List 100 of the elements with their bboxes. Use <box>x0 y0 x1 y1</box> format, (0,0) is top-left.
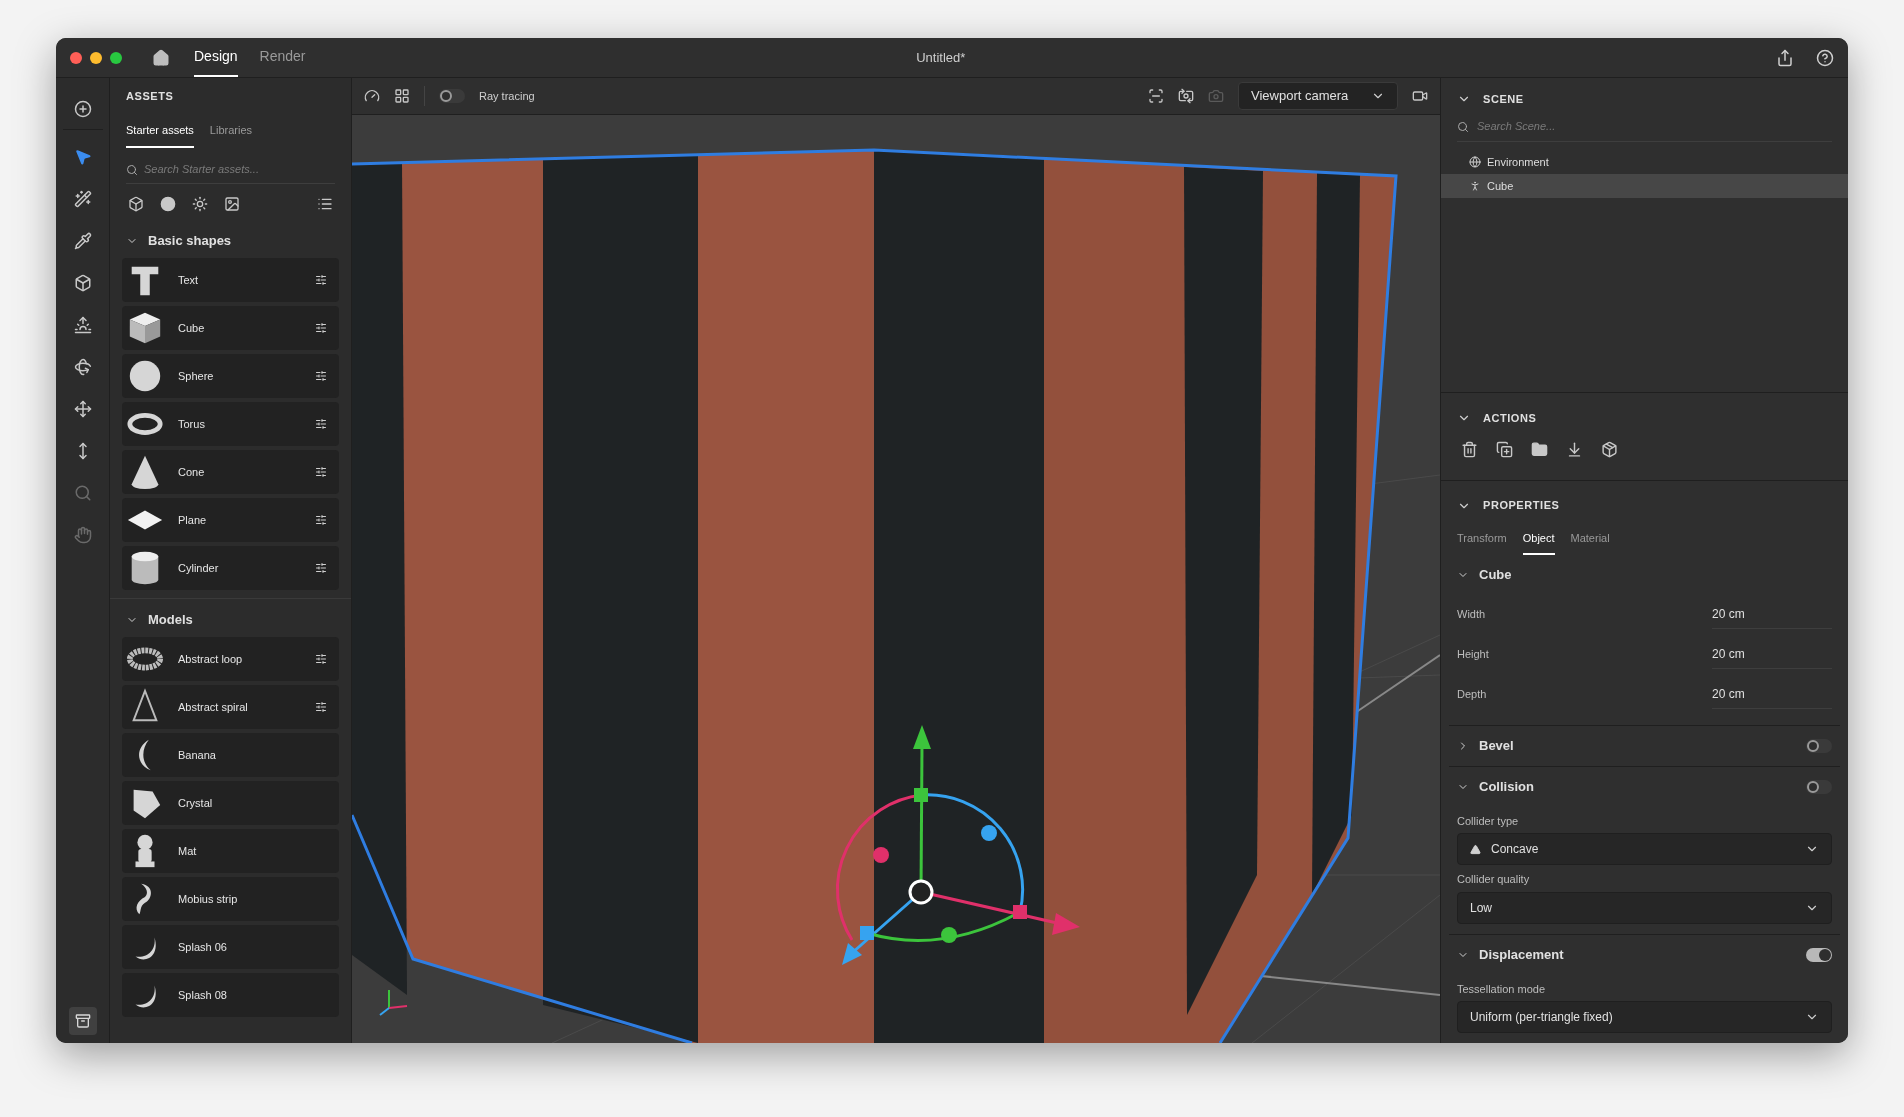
duplicate-icon[interactable] <box>1496 440 1513 458</box>
transform-gizmo[interactable] <box>836 725 1080 965</box>
asset-item[interactable]: Abstract spiral <box>122 685 339 729</box>
sliders-icon[interactable] <box>315 653 327 665</box>
concave-shape-icon <box>1470 843 1481 855</box>
asset-label: Abstract spiral <box>178 699 249 715</box>
asset-label: Torus <box>178 416 206 432</box>
asset-label: Cone <box>178 464 206 480</box>
properties-tab[interactable]: Material <box>1570 524 1610 555</box>
asset-label: Sphere <box>178 368 215 384</box>
camera-frame-icon[interactable] <box>1148 88 1164 104</box>
asset-item[interactable]: Torus <box>122 402 339 446</box>
light-filter-icon[interactable] <box>192 196 208 212</box>
light-icon[interactable] <box>73 316 92 334</box>
toggle-switch[interactable] <box>1806 947 1832 962</box>
asset-label: Mobius strip <box>178 891 239 907</box>
globe-icon <box>1469 156 1481 168</box>
panel-toggle-button[interactable] <box>68 1007 97 1035</box>
sliders-icon[interactable] <box>315 466 327 478</box>
gauge-icon[interactable] <box>364 88 380 104</box>
move-icon[interactable] <box>73 400 92 418</box>
cube-icon[interactable] <box>73 274 92 292</box>
properties-tab[interactable]: Transform <box>1457 524 1507 555</box>
close-window-button[interactable] <box>70 51 82 64</box>
help-icon[interactable] <box>1816 48 1834 67</box>
asset-label: Plane <box>178 512 208 528</box>
grid-settings-icon[interactable] <box>394 88 410 104</box>
number-field[interactable]: 20 cm <box>1712 640 1832 669</box>
field-label: Width <box>1457 607 1487 623</box>
brick-cube-drawing[interactable] <box>352 148 1398 1043</box>
group-title: Displacement <box>1479 945 1565 964</box>
asset-item[interactable]: Mat <box>122 829 339 873</box>
asset-label: Crystal <box>178 795 214 811</box>
group-title: Cube <box>1479 565 1513 584</box>
download-icon[interactable] <box>1566 440 1583 458</box>
camera-switch-icon[interactable] <box>1178 88 1194 104</box>
minimize-window-button[interactable] <box>90 51 102 64</box>
scene-item[interactable]: Environment <box>1441 150 1848 174</box>
asset-label: Splash 08 <box>178 987 228 1003</box>
image-filter-icon[interactable] <box>224 196 240 212</box>
assets-tab[interactable]: Starter assets <box>126 114 194 148</box>
sliders-icon[interactable] <box>315 322 327 334</box>
asset-item[interactable]: Sphere <box>122 354 339 398</box>
workspace-tab[interactable]: Render <box>259 38 306 77</box>
home-icon[interactable] <box>152 48 170 67</box>
eyedropper-icon[interactable] <box>73 232 92 250</box>
scene-item[interactable]: Cube <box>1441 174 1848 198</box>
sliders-icon[interactable] <box>315 514 327 526</box>
asset-item[interactable]: Mobius strip <box>122 877 339 921</box>
share-icon[interactable] <box>1776 48 1794 67</box>
add-icon[interactable] <box>73 99 92 118</box>
section-title: SCENE <box>1483 91 1524 107</box>
section-title: PROPERTIES <box>1483 498 1560 514</box>
asset-item[interactable]: Splash 08 <box>122 973 339 1017</box>
search-input[interactable]: Search Scene... <box>1477 118 1777 135</box>
properties-tab[interactable]: Object <box>1522 524 1555 555</box>
camera-dropdown[interactable]: Viewport camera <box>1238 82 1398 110</box>
section-title: Models <box>148 611 193 630</box>
material-filter-icon[interactable] <box>160 196 176 212</box>
number-field[interactable]: 20 cm <box>1712 600 1832 629</box>
add-camera-icon[interactable] <box>1412 88 1428 104</box>
sliders-icon[interactable] <box>315 418 327 430</box>
search-icon <box>126 163 138 176</box>
maximize-window-button[interactable] <box>110 51 122 64</box>
pointer-icon[interactable] <box>73 148 92 166</box>
assets-tab[interactable]: Libraries <box>209 114 253 148</box>
toggle-switch[interactable] <box>1806 738 1832 753</box>
asset-item[interactable]: Banana <box>122 733 339 777</box>
asset-item[interactable]: Splash 06 <box>122 925 339 969</box>
sliders-icon[interactable] <box>315 701 327 713</box>
list-view-icon[interactable] <box>317 196 333 212</box>
panel-icon <box>74 1013 91 1029</box>
magic-wand-icon[interactable] <box>73 190 92 208</box>
package-icon[interactable] <box>1601 440 1618 458</box>
select-dropdown[interactable]: Concave <box>1457 833 1832 865</box>
number-field[interactable]: 20 cm <box>1712 680 1832 709</box>
asset-item[interactable]: Cube <box>122 306 339 350</box>
panel-title: ASSETS <box>126 88 174 104</box>
folder-icon[interactable] <box>1531 440 1548 458</box>
search-input[interactable]: Search Starter assets... <box>144 161 334 178</box>
asset-item[interactable]: Crystal <box>122 781 339 825</box>
field-label: Tessellation mode <box>1457 981 1547 997</box>
asset-item[interactable]: Abstract loop <box>122 637 339 681</box>
shape-filter-icon[interactable] <box>128 196 144 212</box>
asset-item[interactable]: Cylinder <box>122 546 339 590</box>
trash-icon[interactable] <box>1461 440 1478 458</box>
sliders-icon[interactable] <box>315 274 327 286</box>
search-icon <box>1457 120 1469 133</box>
sliders-icon[interactable] <box>315 562 327 574</box>
asset-item[interactable]: Plane <box>122 498 339 542</box>
sliders-icon[interactable] <box>315 370 327 382</box>
orbit-icon[interactable] <box>73 358 92 376</box>
toggle-switch[interactable] <box>439 89 465 103</box>
select-dropdown[interactable]: Low <box>1457 891 1832 924</box>
select-dropdown[interactable]: Uniform (per-triangle fixed) <box>1457 1001 1832 1033</box>
toggle-switch[interactable] <box>1806 779 1832 794</box>
search-field[interactable]: Search Starter assets... <box>126 156 335 184</box>
asset-item[interactable]: Text <box>122 258 339 302</box>
search-field[interactable]: Search Scene... <box>1457 112 1832 142</box>
asset-item[interactable]: Cone <box>122 450 339 494</box>
